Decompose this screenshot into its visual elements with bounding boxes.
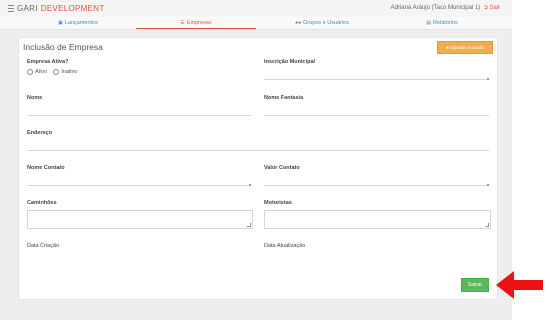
brand[interactable]: GARI DEVELOPMENT bbox=[8, 4, 105, 13]
arrow-left-icon bbox=[496, 271, 543, 299]
users-icon: ●● bbox=[295, 19, 302, 26]
tab-label: Empresas bbox=[186, 19, 212, 26]
logout-icon: ➲ bbox=[483, 5, 489, 11]
main-nav: ▣ Lançamentos ☰ Empresas ●● Grupos e Usu… bbox=[0, 17, 512, 30]
tab-lancamentos[interactable]: ▣ Lançamentos bbox=[36, 17, 120, 28]
tab-relatorios[interactable]: ▤ Relatórios bbox=[400, 17, 484, 28]
tab-label: Lançamentos bbox=[64, 19, 98, 26]
tab-grupos-usuarios[interactable]: ●● Grupos e Usuários bbox=[280, 17, 364, 28]
endereco-field[interactable] bbox=[27, 142, 489, 151]
document-icon: ▣ bbox=[58, 19, 63, 26]
tab-label: Relatórios bbox=[432, 19, 458, 26]
form-panel: Inclusão de Empresa ★ Dúvidas Inclusão E… bbox=[18, 37, 498, 300]
caminhoes-label: Caminhões bbox=[27, 200, 57, 206]
inscricao-municipal-label: Inscrição Municipal bbox=[264, 59, 316, 65]
logout-label: Sair bbox=[489, 4, 500, 11]
valor-contato-field[interactable] bbox=[264, 177, 489, 186]
tab-empresas[interactable]: ☰ Empresas bbox=[136, 17, 256, 29]
resize-grip-icon[interactable] bbox=[485, 223, 489, 227]
help-button[interactable]: ★ Dúvidas Inclusão bbox=[437, 41, 493, 54]
radio-inativo[interactable]: Inativo bbox=[53, 69, 77, 75]
caminhoes-textarea[interactable] bbox=[27, 210, 253, 229]
radio-ativo-label: Ativo bbox=[35, 69, 48, 75]
valor-contato-label: Valor Contato bbox=[264, 165, 300, 171]
help-button-label: Dúvidas Inclusão bbox=[450, 45, 485, 50]
app-window: GARI DEVELOPMENT Adriana Aráujo (Taco Mu… bbox=[0, 0, 512, 320]
brand-prefix: GARI bbox=[17, 4, 38, 13]
radio-inativo-label: Inativo bbox=[61, 69, 78, 75]
page-title: Inclusão de Empresa bbox=[23, 42, 103, 52]
resize-grip-icon[interactable] bbox=[247, 223, 251, 227]
radio-inativo-icon[interactable] bbox=[53, 69, 60, 75]
motoristas-textarea[interactable] bbox=[264, 210, 491, 229]
data-atualizacao-label: Data Atualização bbox=[264, 243, 306, 249]
inscricao-municipal-field[interactable] bbox=[264, 71, 489, 80]
report-icon: ▤ bbox=[426, 19, 431, 26]
star-icon: ★ bbox=[445, 44, 450, 50]
top-bar: GARI DEVELOPMENT Adriana Aráujo (Taco Mu… bbox=[0, 0, 512, 18]
nome-fantasia-label: Nome Fantasia bbox=[264, 95, 304, 101]
nome-contato-label: Nome Contato bbox=[27, 165, 65, 171]
user-info: Adriana Aráujo (Taco Municipal 1) ➲ Sair bbox=[390, 4, 500, 12]
logout-button[interactable]: ➲ Sair bbox=[483, 4, 500, 12]
tab-label: Grupos e Usuários bbox=[303, 19, 349, 26]
menu-icon[interactable] bbox=[8, 5, 14, 12]
save-button[interactable]: Salvar bbox=[461, 278, 489, 292]
empresa-ativa-radio-group: Ativo Inativo bbox=[27, 69, 77, 75]
nome-fantasia-field[interactable] bbox=[264, 107, 489, 116]
data-criacao-label: Data Criação bbox=[27, 243, 60, 249]
radio-ativo-icon[interactable] bbox=[27, 69, 33, 75]
user-name: Adriana Aráujo (Taco Municipal 1) bbox=[390, 4, 481, 11]
nome-contato-field[interactable] bbox=[27, 177, 251, 186]
endereco-label: Endereço bbox=[27, 130, 53, 136]
nome-label: Nome bbox=[27, 95, 43, 101]
nome-field[interactable] bbox=[27, 107, 251, 116]
radio-ativo[interactable]: Ativo bbox=[27, 69, 47, 75]
brand-suffix: DEVELOPMENT bbox=[40, 4, 105, 13]
motoristas-label: Motoristas bbox=[264, 200, 292, 206]
empresa-ativa-label: Empresa Ativa? bbox=[27, 59, 69, 65]
list-icon: ☰ bbox=[180, 19, 185, 26]
